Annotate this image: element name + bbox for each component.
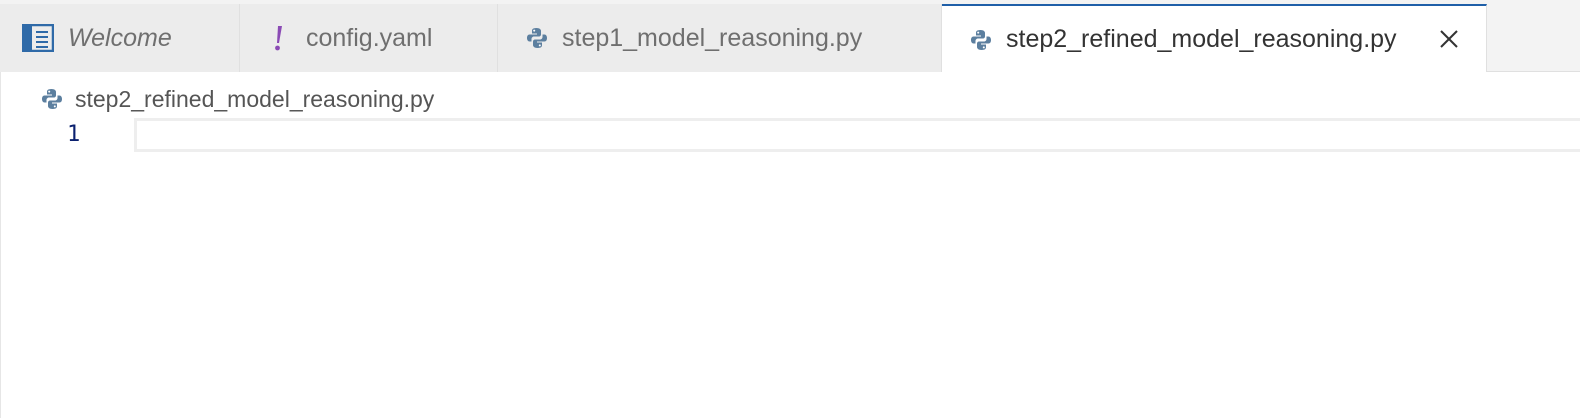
tab-welcome[interactable]: Welcome: [0, 4, 240, 72]
line-number: 1: [67, 122, 81, 147]
python-icon: [41, 88, 63, 110]
tab-label: step2_refined_model_reasoning.py: [1006, 25, 1397, 53]
close-tab-button[interactable]: [1434, 24, 1464, 54]
current-line-highlight[interactable]: [134, 118, 1580, 152]
breadcrumb[interactable]: step2_refined_model_reasoning.py: [41, 84, 434, 114]
tab-step2-refined-model-reasoning[interactable]: step2_refined_model_reasoning.py: [942, 4, 1487, 73]
tab-config-yaml[interactable]: config.yaml: [240, 4, 498, 72]
editor-window: Welcome config.yaml step1_model_reasonin…: [0, 0, 1580, 418]
tab-label: config.yaml: [306, 23, 433, 52]
code-editor[interactable]: step2_refined_model_reasoning.py 1: [0, 72, 1580, 418]
breadcrumb-file[interactable]: step2_refined_model_reasoning.py: [75, 86, 434, 113]
tab-label: Welcome: [68, 23, 172, 52]
python-icon: [970, 29, 992, 51]
welcome-icon: [22, 24, 54, 52]
close-icon: [1440, 30, 1458, 48]
exclamation-icon: [272, 24, 286, 52]
python-icon: [526, 27, 548, 49]
tab-label: step1_model_reasoning.py: [562, 23, 863, 52]
tab-bar: Welcome config.yaml step1_model_reasonin…: [0, 0, 1580, 73]
tab-step1-model-reasoning[interactable]: step1_model_reasoning.py: [498, 4, 942, 72]
